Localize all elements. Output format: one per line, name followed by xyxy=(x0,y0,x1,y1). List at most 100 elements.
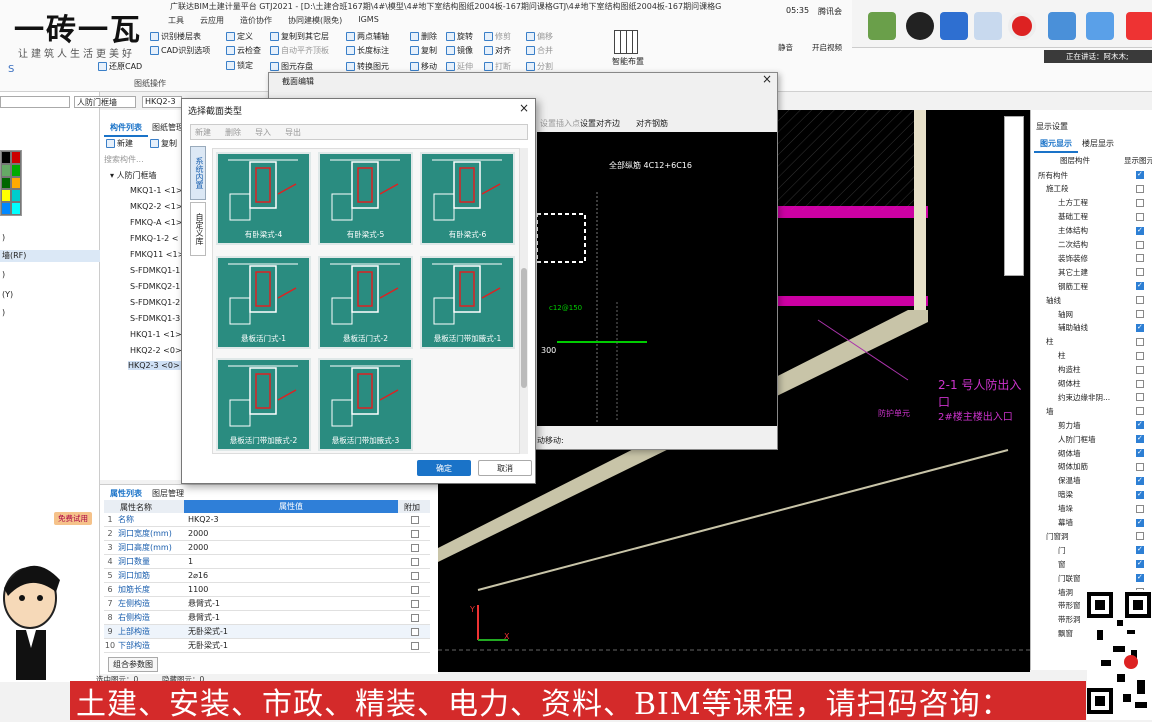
section-type-tile[interactable]: 悬板活门带加腋式-3 xyxy=(318,358,413,451)
display-row[interactable]: 窗 xyxy=(1034,557,1152,571)
component-select[interactable]: HKQ2-3 xyxy=(142,96,182,108)
component-type-select[interactable]: 人防门框墙 xyxy=(74,96,136,108)
property-extra-checkbox[interactable] xyxy=(411,585,419,594)
menu-igms[interactable]: IGMS xyxy=(358,15,379,28)
ribbon-save-elements[interactable]: 图元存盘 xyxy=(270,61,313,72)
s-icon[interactable]: S xyxy=(8,64,14,75)
menu-tools[interactable]: 工具 xyxy=(168,15,184,28)
section-type-tile[interactable]: 有卧梁式-6 xyxy=(420,152,515,245)
floor-select-left[interactable] xyxy=(0,96,70,108)
record-icon[interactable] xyxy=(1008,12,1036,40)
ribbon-split[interactable]: 分割 xyxy=(526,61,553,72)
component-item[interactable]: MKQ2-2 <1> xyxy=(130,202,183,211)
property-extra-checkbox[interactable] xyxy=(411,571,419,580)
display-row[interactable]: 幕墙 xyxy=(1034,516,1152,530)
section-type-tile[interactable]: 悬板活门带加腋式-2 xyxy=(216,358,311,451)
display-checkbox[interactable] xyxy=(1136,296,1144,305)
smart-layout-icon[interactable] xyxy=(614,30,638,54)
ribbon-cloud-check[interactable]: 云检查 xyxy=(226,45,261,56)
display-checkbox[interactable] xyxy=(1136,407,1144,416)
component-search[interactable]: 搜索构件... xyxy=(104,154,188,166)
property-extra-checkbox[interactable] xyxy=(411,641,419,650)
section-type-tile[interactable]: 悬板活门带加腋式-1 xyxy=(420,256,515,349)
property-row-value[interactable]: 悬臂式-1 xyxy=(184,612,400,623)
display-checkbox[interactable] xyxy=(1136,254,1144,263)
property-extra-checkbox[interactable] xyxy=(411,557,419,566)
ribbon-restore-cad[interactable]: 还原CAD xyxy=(98,61,142,72)
new-button[interactable]: 新建 xyxy=(195,127,211,138)
display-checkbox[interactable] xyxy=(1136,310,1144,318)
property-row[interactable]: 1 名称 HKQ2-3 xyxy=(104,513,430,527)
pen-icon[interactable] xyxy=(940,12,968,40)
display-checkbox[interactable] xyxy=(1136,281,1144,291)
property-row-value[interactable]: 2000 xyxy=(184,543,400,552)
ribbon-rotate[interactable]: 旋转 xyxy=(446,31,473,42)
display-row[interactable]: 保温墙 xyxy=(1034,474,1152,488)
left-list-item[interactable]: 墙(RF) xyxy=(0,250,100,262)
display-row[interactable]: 主体结构 xyxy=(1034,224,1152,238)
property-extra-checkbox[interactable] xyxy=(411,515,419,524)
display-checkbox[interactable] xyxy=(1136,532,1144,541)
component-group[interactable]: ▾ 人防门框墙 xyxy=(110,170,157,181)
property-row[interactable]: 8 右侧构造 悬臂式-1 xyxy=(104,611,430,625)
ribbon-break[interactable]: 打断 xyxy=(484,61,511,72)
ribbon-lock[interactable]: 锁定 xyxy=(226,60,253,71)
display-row[interactable]: 砌体加筋 xyxy=(1034,460,1152,474)
display-row[interactable]: 轴网 xyxy=(1034,307,1152,321)
color-swatch[interactable] xyxy=(1,202,11,215)
section-type-tile[interactable]: 悬板活门式-2 xyxy=(318,256,413,349)
display-checkbox[interactable] xyxy=(1136,545,1144,555)
display-row[interactable]: 柱 xyxy=(1034,335,1152,349)
display-row[interactable]: 门 xyxy=(1034,543,1152,557)
display-checkbox[interactable] xyxy=(1136,170,1144,179)
display-row[interactable]: 构造柱 xyxy=(1034,363,1152,377)
display-row[interactable]: 砌体墙 xyxy=(1034,446,1152,460)
display-checkbox[interactable] xyxy=(1136,351,1144,360)
display-checkbox[interactable] xyxy=(1136,420,1144,430)
tab-layer-manage[interactable]: 图层管理 xyxy=(146,486,190,501)
component-item[interactable]: S-FDMKQ1-2 xyxy=(130,298,180,307)
import-button[interactable]: 导入 xyxy=(255,127,271,138)
align-rebar-button[interactable]: 对齐钢筋 xyxy=(636,118,668,129)
property-row[interactable]: 6 加筋长度 1100 xyxy=(104,583,430,597)
menu-modeling[interactable]: 协同建模(限免) xyxy=(288,15,342,28)
ribbon-define[interactable]: 定义 xyxy=(226,31,253,42)
display-row[interactable]: 其它土建 xyxy=(1034,265,1152,279)
display-checkbox[interactable] xyxy=(1136,212,1144,221)
delete-button[interactable]: 删除 xyxy=(225,127,241,138)
section-type-tile[interactable]: 悬板活门式-1 xyxy=(216,256,311,349)
property-row[interactable]: 3 洞口高度(mm) 2000 xyxy=(104,541,430,555)
display-row[interactable]: 墙垛 xyxy=(1034,502,1152,516)
left-list-item[interactable]: (Y) xyxy=(2,290,13,299)
color-palette[interactable] xyxy=(0,150,22,216)
display-checkbox[interactable] xyxy=(1136,448,1144,457)
display-checkbox[interactable] xyxy=(1136,226,1144,235)
tab-component-list[interactable]: 构件列表 xyxy=(104,120,148,137)
property-row-value[interactable]: 2000 xyxy=(184,529,400,538)
camera-icon[interactable] xyxy=(906,12,934,40)
close-icon[interactable] xyxy=(1126,12,1152,40)
component-item[interactable]: HKQ2-2 <0> xyxy=(130,346,182,355)
left-list-item[interactable]: ) xyxy=(2,308,5,317)
left-list-item[interactable]: ) xyxy=(2,270,5,279)
screen-share-icon[interactable] xyxy=(868,12,896,40)
property-row[interactable]: 4 洞口数量 1 xyxy=(104,555,430,569)
color-swatch[interactable] xyxy=(1,163,11,177)
ribbon-cad-options[interactable]: CAD识别选项 xyxy=(150,45,210,56)
close-icon[interactable]: × xyxy=(519,101,529,115)
display-checkbox[interactable] xyxy=(1136,184,1144,193)
user-icon[interactable] xyxy=(974,12,1002,40)
trial-badge[interactable]: 免费试用 xyxy=(54,512,92,525)
ribbon-length-dim[interactable]: 长度标注 xyxy=(346,45,389,56)
ribbon-merge[interactable]: 合并 xyxy=(526,45,553,56)
menu-cloud[interactable]: 云应用 xyxy=(200,15,224,28)
property-extra-checkbox[interactable] xyxy=(411,627,419,636)
combine-params-button[interactable]: 组合参数图 xyxy=(108,657,158,672)
display-checkbox[interactable] xyxy=(1136,323,1144,332)
display-checkbox[interactable] xyxy=(1136,490,1144,499)
display-row[interactable]: 辅助轴线 xyxy=(1034,321,1152,335)
property-extra-checkbox[interactable] xyxy=(411,529,419,538)
display-checkbox[interactable] xyxy=(1136,476,1144,485)
mute-button[interactable]: 静音 xyxy=(778,42,793,53)
cancel-button[interactable]: 取消 xyxy=(478,460,532,476)
